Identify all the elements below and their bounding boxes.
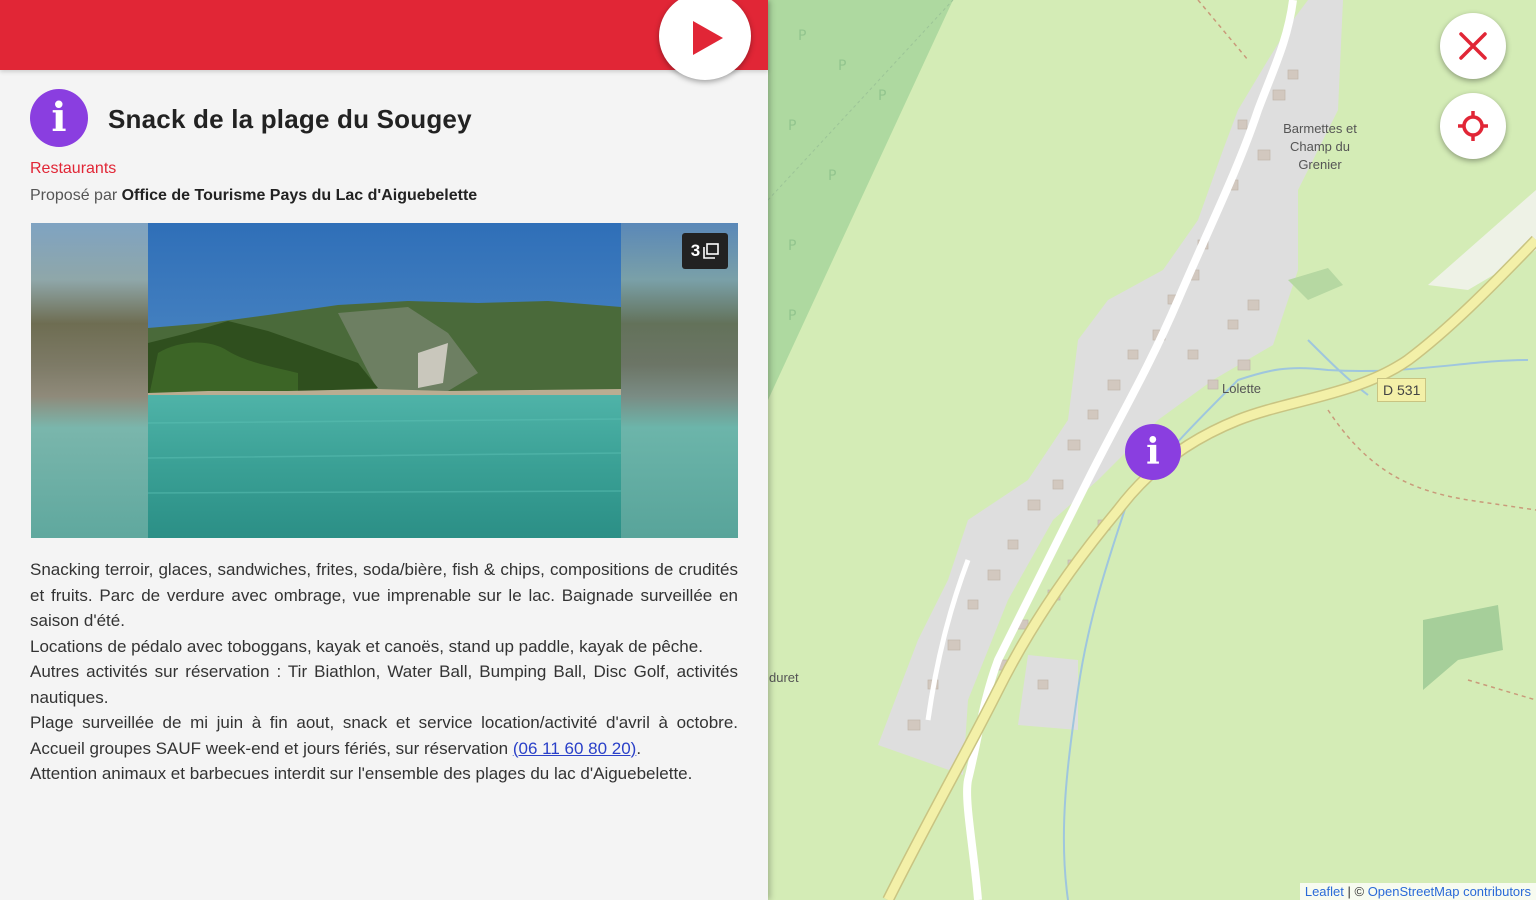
attribution-separator: | © [1343, 884, 1368, 899]
osm-link[interactable]: OpenStreetMap contributors [1368, 884, 1531, 899]
provider-name: Office de Tourisme Pays du Lac d'Aiguebe… [121, 187, 478, 204]
photo-count: 3 [690, 241, 701, 260]
provider-prefix: Proposé par [30, 187, 122, 204]
map-label-lolette: Lolette [1222, 381, 1262, 396]
svg-text:P: P [788, 238, 796, 254]
gallery-blur-right [621, 223, 738, 538]
description-text: . [636, 738, 642, 758]
gallery-photo[interactable] [148, 223, 621, 538]
svg-text:P: P [788, 308, 796, 324]
page-title: Snack de la plage du Sougey [108, 104, 472, 134]
description: Snacking terroir, glaces, sandwiches, fr… [30, 557, 738, 787]
play-icon [693, 21, 723, 55]
description-paragraph: Locations de pédalo avec toboggans, kaya… [30, 636, 703, 656]
info-icon-glyph: i [51, 94, 67, 141]
locate-button[interactable] [1440, 93, 1506, 159]
photo-gallery[interactable]: 3 [31, 223, 738, 538]
crosshair-icon [1458, 111, 1488, 141]
svg-text:P: P [828, 168, 836, 184]
svg-text:P: P [878, 88, 886, 104]
info-icon: i [30, 89, 88, 147]
category-label: Restaurants [30, 160, 117, 177]
header-bar [0, 0, 768, 70]
photo-count-badge[interactable]: 3 [682, 233, 728, 269]
map-label-duret: duret [769, 670, 799, 685]
svg-text:P: P [788, 118, 796, 134]
map-view[interactable]: P P P P P P P Barmettes et Champ du Gren… [768, 0, 1536, 900]
description-paragraph: Autres activités sur réservation : Tir B… [30, 662, 738, 707]
close-button[interactable] [1440, 13, 1506, 79]
description-paragraph: Attention animaux et barbecues interdit … [30, 764, 693, 783]
close-icon [1459, 32, 1487, 60]
map-label-barmettes: Barmettes et Champ du Grenier [1283, 121, 1357, 172]
svg-text:P: P [798, 28, 806, 44]
leaflet-link[interactable]: Leaflet [1305, 884, 1344, 899]
map-attribution: Leaflet | © OpenStreetMap contributors [1299, 883, 1536, 900]
phone-link[interactable]: (06 11 60 80 20) [513, 739, 637, 758]
marker-glyph: i [1146, 431, 1160, 473]
poi-marker[interactable]: i [1125, 424, 1181, 480]
images-icon [703, 243, 720, 259]
description-paragraph: Snacking terroir, glaces, sandwiches, fr… [30, 560, 738, 630]
gallery-blur-left [31, 223, 148, 538]
description-paragraph: Plage surveillée de mi juin à fin aout, … [30, 710, 738, 761]
detail-panel: i Snack de la plage du Sougey Restaurant… [0, 0, 768, 900]
provider-line: Proposé par Office de Tourisme Pays du L… [30, 187, 477, 205]
svg-text:P: P [838, 58, 846, 74]
road-label: D 531 [1377, 378, 1427, 402]
